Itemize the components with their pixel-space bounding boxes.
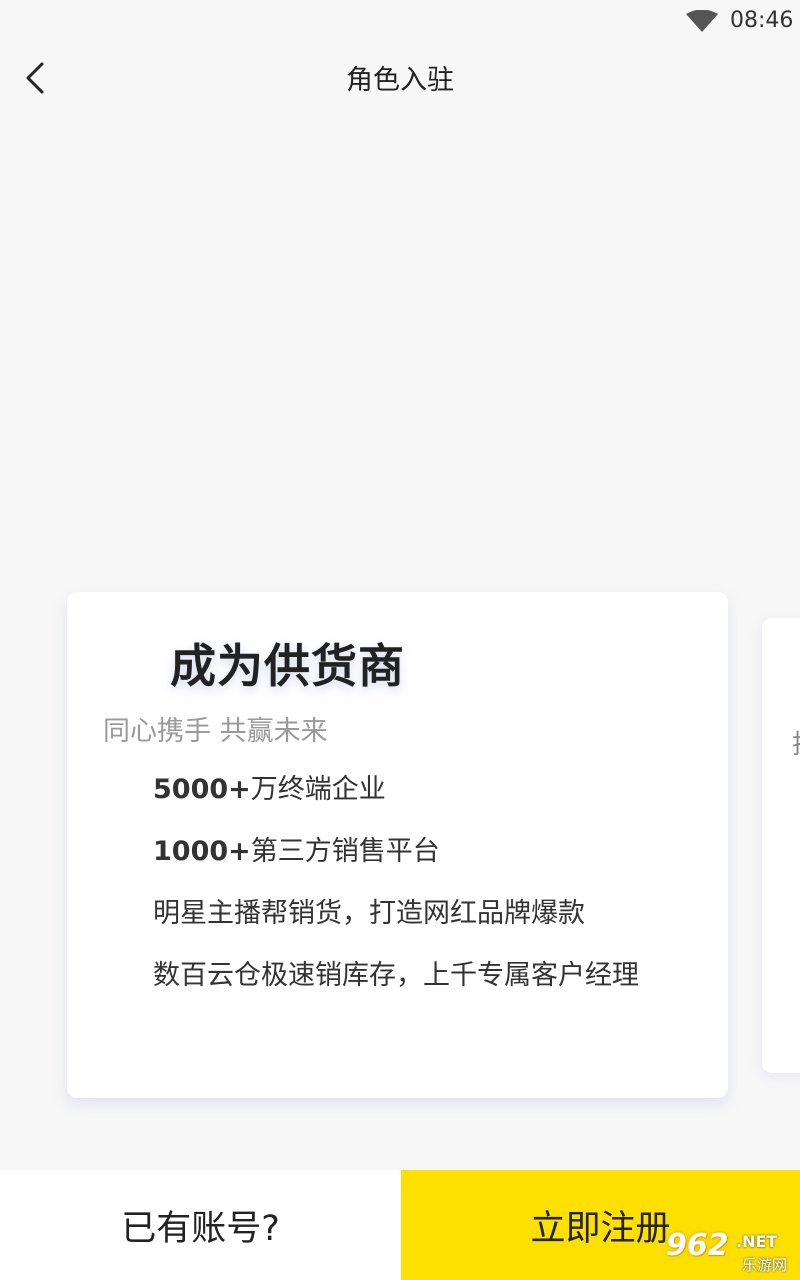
status-time: 08:46	[730, 8, 794, 33]
next-card-peek-text: 拮	[792, 724, 800, 761]
feature-text: 第三方销售平台	[250, 836, 440, 867]
status-bar: 08:46	[0, 0, 800, 44]
feature-text: 明星主播帮销货，打造网红品牌爆款	[153, 898, 585, 929]
feature-highlight: 1000+	[153, 836, 251, 867]
feature-item: 1000+第三方销售平台	[153, 832, 639, 894]
feature-item: 5000+万终端企业	[153, 770, 639, 832]
watermark-sub: 乐游网	[742, 1256, 788, 1274]
feature-item: 明星主播帮销货，打造网红品牌爆款	[153, 894, 639, 956]
login-button[interactable]: 已有账号?	[0, 1170, 401, 1280]
feature-text: 数百云仓极速销库存，上千专属客户经理	[153, 960, 639, 991]
watermark-logo: 962 .NET 乐游网	[662, 1228, 794, 1276]
watermark-net: .NET	[736, 1232, 778, 1251]
card-subtitle: 同心携手 共赢未来	[103, 716, 328, 747]
feature-highlight: 5000+	[153, 774, 251, 805]
feature-item: 数百云仓极速销库存，上千专属客户经理	[153, 956, 639, 1018]
feature-list: 5000+万终端企业 1000+第三方销售平台 明星主播帮销货，打造网红品牌爆款…	[153, 770, 639, 1018]
next-role-card[interactable]: 拮	[762, 618, 800, 1073]
nav-bar: 角色入驻	[0, 44, 800, 110]
feature-text: 万终端企业	[250, 774, 386, 805]
wifi-icon	[686, 10, 718, 32]
watermark-main: 962	[666, 1228, 729, 1263]
card-title: 成为供货商	[170, 639, 405, 693]
supplier-role-card[interactable]: 成为供货商 同心携手 共赢未来 5000+万终端企业 1000+第三方销售平台 …	[67, 592, 728, 1098]
page-title: 角色入驻	[346, 65, 454, 96]
